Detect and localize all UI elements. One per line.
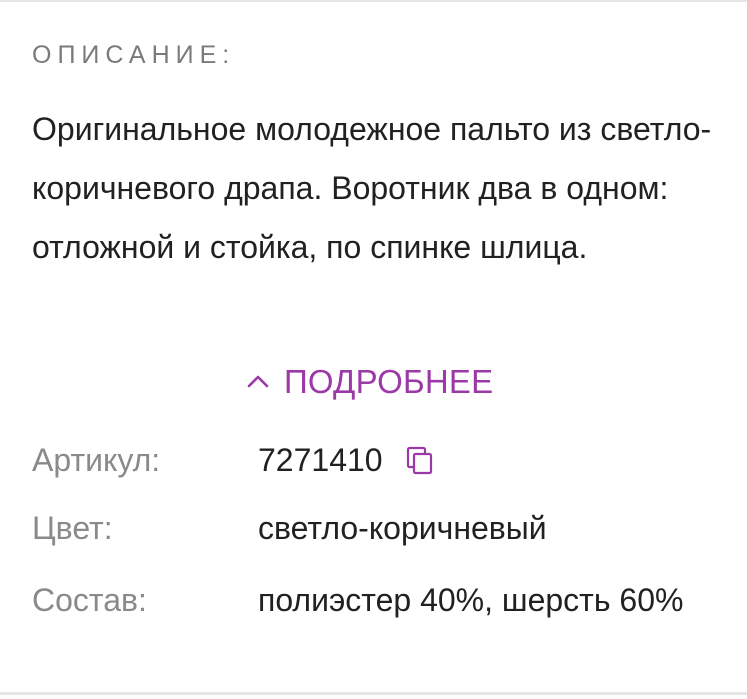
spec-row-article: Артикул: 7271410 bbox=[32, 440, 722, 480]
show-more-label: ПОДРОБНЕЕ bbox=[284, 363, 494, 400]
show-more-button[interactable]: ПОДРОБНЕЕ bbox=[246, 358, 493, 406]
article-label: Артикул: bbox=[32, 442, 161, 478]
top-divider bbox=[0, 0, 747, 2]
copy-icon[interactable] bbox=[405, 445, 435, 475]
section-title: ОПИСАНИЕ: bbox=[32, 41, 236, 69]
product-description: Оригинальное молодежное пальто из светло… bbox=[32, 111, 712, 265]
bottom-divider bbox=[0, 692, 747, 695]
chevron-up-icon bbox=[247, 375, 269, 388]
composition-value: полиэстер 40%, шерсть 60% bbox=[258, 582, 684, 618]
color-label: Цвет: bbox=[32, 510, 113, 546]
color-value: светло-коричневый bbox=[258, 510, 547, 546]
spec-row-color: Цвет: светло-коричневый bbox=[32, 508, 722, 548]
spec-row-composition: Состав: полиэстер 40%, шерсть 60% bbox=[32, 580, 722, 620]
article-value: 7271410 bbox=[258, 442, 383, 478]
composition-label: Состав: bbox=[32, 582, 147, 618]
